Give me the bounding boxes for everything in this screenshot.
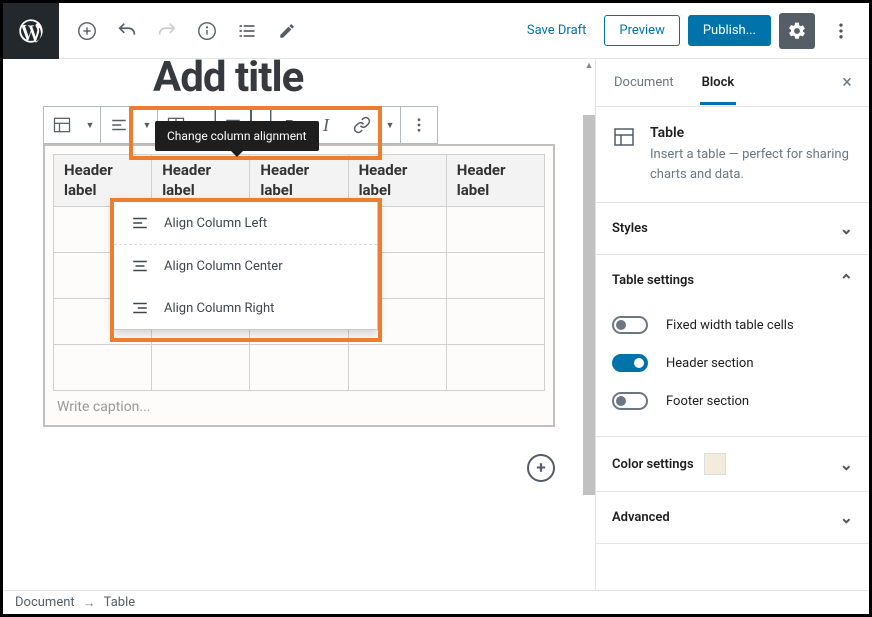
table-header-cell[interactable]: Header label bbox=[348, 155, 446, 207]
outline-button[interactable] bbox=[229, 13, 265, 49]
wordpress-logo[interactable] bbox=[3, 3, 59, 59]
chevron-down-icon: ⌄ bbox=[840, 508, 853, 527]
align-column-left-item[interactable]: Align Column Left bbox=[114, 202, 377, 245]
settings-sidebar: Document Block × Table Insert a table — … bbox=[595, 59, 869, 590]
align-column-right-item[interactable]: Align Column Right bbox=[114, 287, 377, 329]
table-header-cell[interactable]: Header label bbox=[152, 155, 250, 207]
edit-mode-button[interactable] bbox=[269, 13, 305, 49]
link-button[interactable] bbox=[344, 107, 380, 143]
close-sidebar-button[interactable]: × bbox=[829, 72, 865, 93]
table-row[interactable] bbox=[54, 345, 545, 391]
block-breadcrumb: Document → Table bbox=[3, 590, 869, 614]
document-tab[interactable]: Document bbox=[600, 61, 688, 104]
block-type-button[interactable] bbox=[44, 107, 80, 143]
chevron-up-icon: ⌃ bbox=[840, 271, 853, 290]
footer-section-toggle[interactable] bbox=[612, 392, 648, 410]
chevron-down-icon: ⌄ bbox=[840, 219, 853, 238]
align-center-icon bbox=[130, 257, 150, 275]
align-column-center-item[interactable]: Align Column Center bbox=[114, 245, 377, 287]
block-name: Table bbox=[650, 125, 853, 141]
editor-top-toolbar: Save Draft Preview Publish... bbox=[3, 3, 869, 59]
settings-button[interactable] bbox=[779, 13, 815, 49]
block-description: Insert a table — perfect for sharing cha… bbox=[650, 145, 853, 184]
table-header-cell[interactable]: Header label bbox=[250, 155, 348, 207]
breadcrumb-table[interactable]: Table bbox=[104, 595, 135, 610]
breadcrumb-separator: → bbox=[83, 595, 96, 611]
table-settings-panel-toggle[interactable]: Table settings⌃ bbox=[596, 255, 869, 306]
color-swatch bbox=[704, 453, 726, 475]
undo-button[interactable] bbox=[109, 13, 145, 49]
table-header-cell[interactable]: Header label bbox=[446, 155, 544, 207]
editor-canvas-area: Add title ▼ ▼ ▼ bbox=[3, 59, 595, 590]
save-draft-button[interactable]: Save Draft bbox=[517, 17, 597, 44]
color-settings-panel-toggle[interactable]: Color settings ⌄ bbox=[596, 437, 869, 491]
more-options-button[interactable] bbox=[823, 13, 859, 49]
chevron-down-icon: ⌄ bbox=[840, 455, 853, 474]
advanced-panel-toggle[interactable]: Advanced⌄ bbox=[596, 492, 869, 543]
table-header-cell[interactable]: Header label bbox=[54, 155, 152, 207]
redo-button[interactable] bbox=[149, 13, 185, 49]
toggle-label: Fixed width table cells bbox=[666, 318, 794, 333]
add-block-inline-button[interactable]: + bbox=[527, 454, 555, 482]
post-title[interactable]: Add title bbox=[43, 59, 555, 102]
column-align-menu: Align Column Left Align Column Center Al… bbox=[113, 201, 378, 330]
add-block-button[interactable] bbox=[69, 13, 105, 49]
align-right-icon bbox=[130, 299, 150, 317]
styles-panel-toggle[interactable]: Styles⌄ bbox=[596, 203, 869, 254]
menu-item-label: Align Column Right bbox=[164, 301, 274, 316]
publish-button[interactable]: Publish... bbox=[688, 15, 771, 46]
header-section-toggle[interactable] bbox=[612, 354, 648, 372]
block-tab[interactable]: Block bbox=[688, 61, 749, 104]
table-icon bbox=[612, 125, 636, 149]
tooltip: Change column alignment bbox=[155, 121, 319, 151]
table-header-row[interactable]: Header label Header label Header label H… bbox=[54, 155, 545, 207]
text-align-dropdown[interactable]: ▼ bbox=[137, 107, 157, 143]
toggle-label: Header section bbox=[666, 356, 754, 371]
align-left-icon bbox=[130, 214, 150, 232]
breadcrumb-document[interactable]: Document bbox=[15, 595, 75, 610]
menu-item-label: Align Column Center bbox=[164, 259, 283, 274]
preview-button[interactable]: Preview bbox=[604, 15, 679, 46]
more-formatting-dropdown[interactable]: ▼ bbox=[380, 107, 400, 143]
editor-scrollbar[interactable]: ▲ bbox=[583, 59, 595, 590]
block-more-button[interactable] bbox=[401, 107, 437, 143]
block-type-dropdown[interactable]: ▼ bbox=[80, 107, 100, 143]
text-align-button[interactable] bbox=[101, 107, 137, 143]
fixed-width-toggle[interactable] bbox=[612, 316, 648, 334]
menu-item-label: Align Column Left bbox=[164, 216, 267, 231]
table-caption-input[interactable]: Write caption... bbox=[53, 391, 545, 417]
toggle-label: Footer section bbox=[666, 394, 749, 409]
info-button[interactable] bbox=[189, 13, 225, 49]
